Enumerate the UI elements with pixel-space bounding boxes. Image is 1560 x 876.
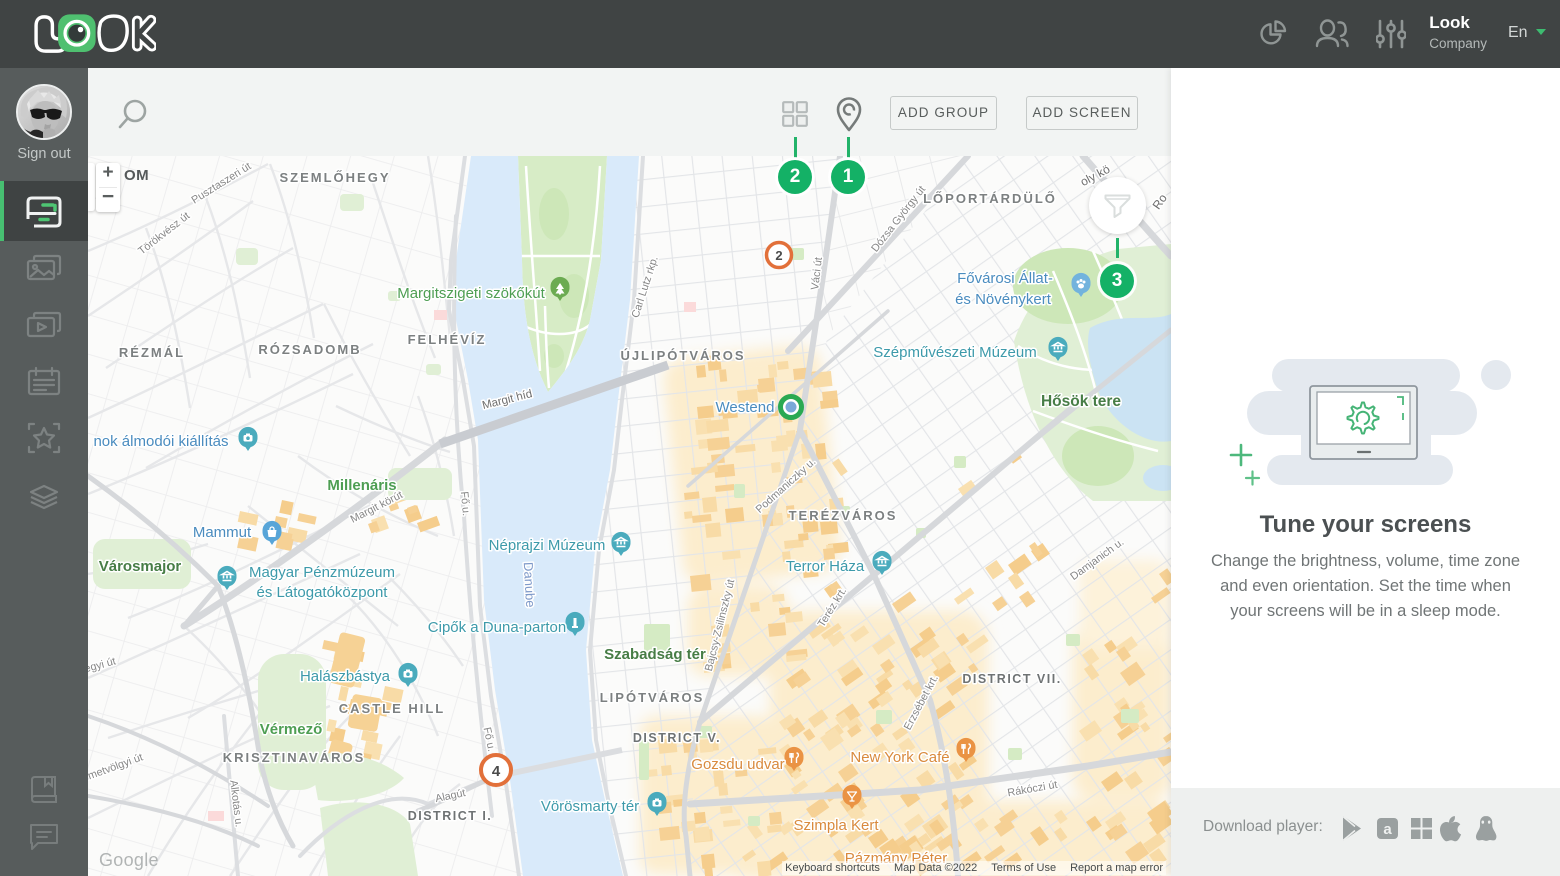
svg-text:Néprajzi Múzeum: Néprajzi Múzeum [489, 537, 606, 554]
svg-text:RÉZMÁL: RÉZMÁL [119, 345, 185, 360]
svg-text:Westend: Westend [716, 399, 775, 416]
svg-text:SZEMLŐHEGY: SZEMLŐHEGY [279, 170, 390, 185]
svg-text:Szabadság tér: Szabadság tér [604, 646, 706, 663]
svg-text:Vörösmarty tér: Vörösmarty tér [541, 798, 639, 815]
svg-text:CASTLE HILL: CASTLE HILL [339, 701, 446, 716]
svg-text:RÓZSADOMB: RÓZSADOMB [258, 342, 361, 357]
svg-text:Városmajor: Városmajor [99, 558, 182, 575]
svg-text:DISTRICT VII.: DISTRICT VII. [962, 672, 1061, 686]
svg-text:Cipők a Duna-parton: Cipők a Duna-parton [428, 619, 566, 636]
svg-text:Szépművészeti Múzeum: Szépművészeti Múzeum [873, 344, 1036, 361]
svg-text:Millenáris: Millenáris [327, 477, 396, 494]
svg-text:és Növénykert: és Növénykert [955, 291, 1052, 308]
svg-text:és Látogatóközpont: és Látogatóközpont [257, 584, 389, 601]
svg-text:Danube: Danube [521, 562, 538, 608]
svg-text:New York Café: New York Café [850, 749, 949, 766]
svg-text:Hősök tere: Hősök tere [1041, 393, 1121, 410]
svg-text:FELHÉVÍZ: FELHÉVÍZ [408, 332, 487, 347]
svg-text:Halászbástya: Halászbástya [300, 668, 391, 685]
svg-text:LIPÓTVÁROS: LIPÓTVÁROS [600, 690, 705, 705]
svg-text:DISTRICT V.: DISTRICT V. [633, 731, 721, 745]
svg-text:Magyar Pénzmúzeum: Magyar Pénzmúzeum [249, 564, 395, 581]
svg-text:a: a [1383, 821, 1392, 838]
svg-text:Fő u.: Fő u. [458, 491, 472, 517]
svg-text:nok álmodói kiállítás: nok álmodói kiállítás [93, 433, 228, 450]
svg-text:ÚJLIPÓTVÁROS: ÚJLIPÓTVÁROS [620, 348, 745, 363]
svg-text:Szimpla Kert: Szimpla Kert [793, 817, 879, 834]
svg-text:Gozsdu udvar: Gozsdu udvar [691, 756, 784, 773]
svg-text:DISTRICT I.: DISTRICT I. [408, 809, 493, 823]
svg-text:Margitszigeti szökőkút: Margitszigeti szökőkút [397, 285, 545, 302]
svg-text:LŐPORTÁRDÜLŐ: LŐPORTÁRDÜLŐ [923, 191, 1057, 206]
svg-text:KRISZTINAVÁROS: KRISZTINAVÁROS [223, 750, 366, 765]
svg-text:Fővárosi Állat-: Fővárosi Állat- [957, 270, 1053, 287]
svg-text:TERÉZVÁROS: TERÉZVÁROS [789, 508, 898, 523]
svg-text:Vérmező: Vérmező [260, 721, 323, 738]
svg-text:4: 4 [492, 763, 501, 780]
svg-text:Terror Háza: Terror Háza [786, 558, 865, 575]
svg-text:Mammut: Mammut [193, 524, 252, 541]
svg-text:2: 2 [775, 248, 782, 263]
